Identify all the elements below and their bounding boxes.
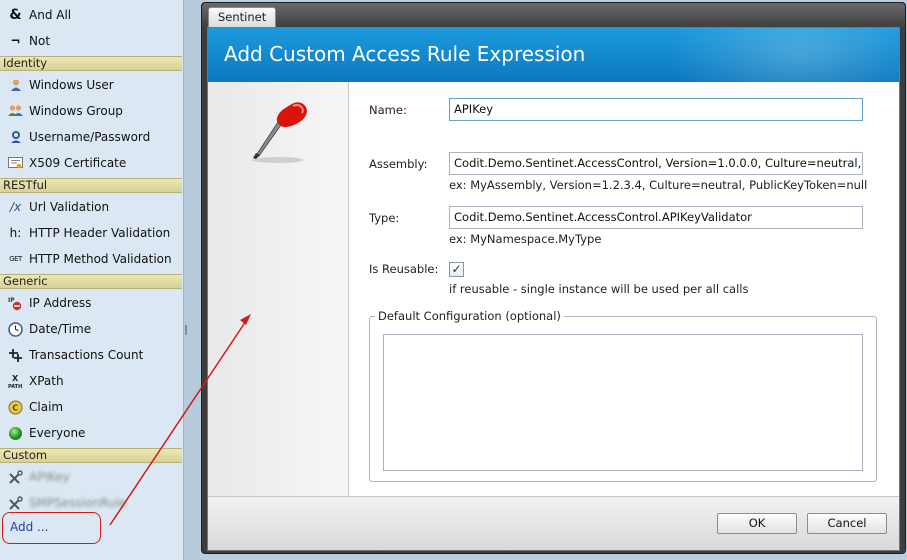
toolbox-item-label: Username/Password [29,130,151,144]
toolbox-item-label: Claim [29,400,64,414]
toolbox-item-and-all[interactable]: & And All [0,2,182,28]
url-icon: /x [9,200,22,214]
toolbox-item-custom-1[interactable]: APIKey [0,464,182,490]
default-configuration-group: Default Configuration (optional) [369,309,877,482]
assembly-label: Assembly: [369,157,428,171]
tools-icon [8,469,23,485]
category-generic: Generic [0,274,182,289]
dialog-client-area: Add Custom Access Rule Expression Name: … [207,27,900,551]
toolbox-item-label: XPath [29,374,64,388]
toolbox-item-label: HTTP Method Validation [29,252,172,266]
category-restful: RESTful [0,178,182,193]
dialog-footer: OK Cancel [208,496,899,550]
ok-button[interactable]: OK [717,513,797,534]
name-input[interactable]: APIKey [449,98,863,121]
toolbox-item-x509-certificate[interactable]: X509 Certificate [0,150,182,176]
dialog-icon-pane [208,82,349,496]
toolbox-item-label: Not [29,34,51,48]
dialog-banner: Add Custom Access Rule Expression [208,28,899,82]
svg-text:X: X [12,374,19,383]
toolbox-item-ip-address[interactable]: IP IP Address [0,290,182,316]
toolbox-item-not[interactable]: ¬ Not [0,28,182,54]
xpath-icon: X PATH [8,374,23,389]
window-title-tab: Sentinet [208,7,277,27]
toolbox-item-claim[interactable]: C Claim [0,394,182,420]
claim-icon: C [8,400,23,415]
toolbox-item-label: HTTP Header Validation [29,226,171,240]
custom-rule-dialog: Sentinet Add Custom Access Rule Expressi… [201,2,906,554]
toolbox-item-xpath[interactable]: X PATH XPath [0,368,182,394]
toolbox-item-label: Windows User [29,78,114,92]
toolbox-item-label: APIKey [29,470,70,484]
tools-icon [8,495,23,511]
toolbox-item-label: Everyone [29,426,86,440]
svg-text:PATH: PATH [8,384,22,389]
header-icon: h: [9,226,22,240]
splitter-grip[interactable] [185,325,187,335]
svg-text:C: C [12,403,18,412]
screwdriver-icon [252,102,307,163]
toolbox-panel: & And All ¬ Not Identity Windows User Wi… [0,0,184,560]
ampersand-icon: & [9,7,22,23]
user-icon [8,78,23,93]
reusable-hint: if reusable - single instance will be us… [449,282,749,296]
toolbox-item-everyone[interactable]: Everyone [0,420,182,446]
toolbox-item-windows-group[interactable]: Windows Group [0,98,182,124]
clock-icon [8,321,23,337]
default-configuration-textarea[interactable] [383,334,863,471]
dialog-form: Name: APIKey Assembly: Codit.Demo.Sentin… [349,82,899,496]
transactions-icon [8,348,23,363]
toolbox-item-label: Transactions Count [29,348,144,362]
type-label: Type: [369,211,400,225]
type-input[interactable]: Codit.Demo.Sentinet.AccessControl.APIKey… [449,206,863,229]
toolbox-item-username-password[interactable]: Username/Password [0,124,182,150]
category-custom: Custom [0,448,182,463]
green-dot-icon [8,426,23,441]
toolbox-item-label: And All [29,8,72,22]
background-window [184,0,200,560]
reusable-label: Is Reusable: [369,262,439,276]
not-icon: ¬ [10,34,21,48]
toolbox-item-label: SMPSessionRule [29,496,127,510]
certificate-icon [8,156,23,171]
default-configuration-label: Default Configuration (optional) [375,309,564,323]
toolbox-item-label: Date/Time [29,322,92,336]
group-icon [8,104,23,119]
ip-icon: IP [8,296,23,311]
window-titlebar[interactable]: Sentinet [202,3,905,27]
toolbox-item-transactions-count[interactable]: Transactions Count [0,342,182,368]
dialog-title: Add Custom Access Rule Expression [224,42,586,66]
name-label: Name: [369,103,407,117]
assembly-hint: ex: MyAssembly, Version=1.2.3.4, Culture… [449,178,868,192]
toolbox-item-label: Windows Group [29,104,123,118]
toolbox-item-date-time[interactable]: Date/Time [0,316,182,342]
toolbox-item-windows-user[interactable]: Windows User [0,72,182,98]
toolbox-item-http-method-validation[interactable]: GET HTTP Method Validation [0,246,182,272]
toolbox-item-label: IP Address [29,296,92,310]
toolbox-item-label: X509 Certificate [29,156,127,170]
reusable-checkbox[interactable]: ✓ [449,262,464,277]
add-custom-rule-link[interactable]: Add ... [10,520,49,534]
assembly-input[interactable]: Codit.Demo.Sentinet.AccessControl, Versi… [449,152,863,175]
toolbox-item-http-header-validation[interactable]: h: HTTP Header Validation [0,220,182,246]
key-user-icon [8,130,23,145]
toolbox-item-url-validation[interactable]: /x Url Validation [0,194,182,220]
cancel-button[interactable]: Cancel [807,513,887,534]
type-hint: ex: MyNamespace.MyType [449,232,602,246]
toolbox-item-label: Url Validation [29,200,110,214]
method-icon: GET [9,255,22,263]
category-identity: Identity [0,56,182,71]
